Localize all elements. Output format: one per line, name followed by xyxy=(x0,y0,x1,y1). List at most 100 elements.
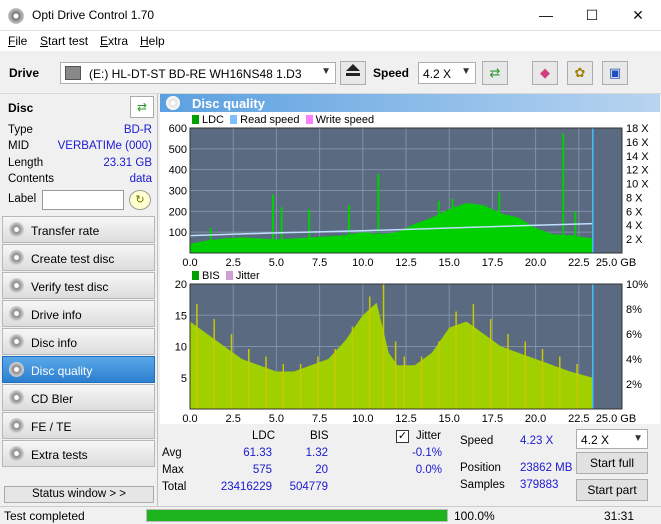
nav-label: CD Bler xyxy=(31,392,74,406)
title-bar: Opti Drive Control 1.70 — ☐ ✕ xyxy=(0,0,661,31)
y-left-tick-label: 15 xyxy=(175,310,187,322)
nav-drive-info[interactable]: Drive info xyxy=(2,300,155,327)
nav-extra-tests[interactable]: Extra tests xyxy=(2,440,155,467)
nav-verify-test-disc[interactable]: Verify test disc xyxy=(2,272,155,299)
max-bis: 20 xyxy=(315,464,328,476)
panel-title: Disc quality xyxy=(192,96,265,111)
drive-select[interactable]: (E:) HL-DT-ST BD-RE WH16NS48 1.D3 ▼ xyxy=(60,62,336,84)
menu-help[interactable]: Help xyxy=(140,34,165,48)
menu-start-test[interactable]: Start test xyxy=(40,34,88,48)
refresh-icon: ⇄ xyxy=(136,100,148,114)
maximize-button[interactable]: ☐ xyxy=(569,0,615,31)
speed-stat-value: 4.23 X xyxy=(520,435,554,447)
sidebar: Disc ⇄ Type BD-R MID VERBATIMe (000) Len… xyxy=(0,94,158,506)
disc-icon xyxy=(9,362,24,377)
start-full-button[interactable]: Start full xyxy=(576,452,648,474)
elapsed-time: 31:31 xyxy=(604,509,635,523)
x-tick-label: 0.0 xyxy=(182,257,197,269)
y-right-tick-label: 16 X xyxy=(626,137,649,149)
total-bis: 504779 xyxy=(289,481,328,493)
x-tick-label: 17.5 xyxy=(482,257,503,269)
status-window-button[interactable]: Status window > > xyxy=(4,486,154,503)
nav-disc-quality[interactable]: Disc quality xyxy=(2,356,155,383)
menu-bar: File Start test Extra Help xyxy=(0,31,661,51)
disc-header-title: Disc xyxy=(8,101,34,115)
x-tick-label: 12.5 xyxy=(395,413,416,424)
nav-label: Drive info xyxy=(31,308,82,322)
y-right-tick-label: 8 X xyxy=(626,192,643,204)
position-label: Position xyxy=(460,462,501,474)
disc-icon xyxy=(9,278,24,293)
nav-transfer-rate[interactable]: Transfer rate xyxy=(2,216,155,243)
disc-label-label: Label xyxy=(8,193,37,205)
position-value: 23862 MB xyxy=(520,462,573,474)
refresh-speed-button[interactable]: ⇄ xyxy=(482,61,508,85)
test-speed-select[interactable]: 4.2 X ▼ xyxy=(576,429,648,449)
speed-select[interactable]: 4.2 X ▼ xyxy=(418,62,476,84)
disc-mid-label: MID xyxy=(8,140,30,152)
panel-header: Disc quality xyxy=(160,94,660,112)
samples-value: 379883 xyxy=(520,479,559,491)
x-tick-label: 7.5 xyxy=(312,413,327,424)
disc-length-label: Length xyxy=(8,157,44,169)
x-tick-label: 10.0 xyxy=(352,413,373,424)
disc-length-value: 23.31 GB xyxy=(103,157,152,169)
disc-type-label: Type xyxy=(8,124,33,136)
x-tick-label: 5.0 xyxy=(269,413,284,424)
eject-button[interactable] xyxy=(340,61,366,85)
drive-icon xyxy=(65,66,81,80)
jitter-max: 0.0% xyxy=(415,464,442,476)
start-part-button[interactable]: Start part xyxy=(576,479,648,501)
avg-bis: 1.32 xyxy=(305,447,328,459)
y-left-tick-label: 500 xyxy=(169,144,187,156)
window-title: Opti Drive Control 1.70 xyxy=(32,8,155,22)
progress-percent: 100.0% xyxy=(454,509,495,523)
disc-label-input[interactable] xyxy=(42,190,124,210)
y-left-tick-label: 5 xyxy=(181,373,187,385)
disc-contents-value: data xyxy=(129,173,152,185)
total-ldc: 23416229 xyxy=(220,481,272,493)
disc-icon xyxy=(9,446,24,461)
col-ldc-header: LDC xyxy=(252,430,276,442)
x-tick-label: 2.5 xyxy=(226,413,241,424)
disc-header: Disc ⇄ xyxy=(2,96,155,118)
y-right-tick-label: 6 X xyxy=(626,206,643,218)
x-tick-label: 22.5 xyxy=(568,257,589,269)
nav-cd-bler[interactable]: CD Bler xyxy=(2,384,155,411)
nav-label: Disc info xyxy=(31,336,78,350)
y-right-tick-label: 2 X xyxy=(626,234,643,246)
disc-mid-row: MID VERBATIMe (000) xyxy=(8,140,152,156)
chevron-down-icon: ▼ xyxy=(633,433,643,444)
refresh-icon: ⇄ xyxy=(489,65,501,80)
disc-type-value: BD-R xyxy=(123,124,152,136)
nav-disc-info[interactable]: Disc info xyxy=(2,328,155,355)
jitter-checkbox[interactable]: ✓ xyxy=(396,430,409,443)
menu-file[interactable]: File xyxy=(8,34,27,48)
y-right-tick-label: 8% xyxy=(626,304,642,316)
app-disc-icon xyxy=(8,8,24,24)
x-tick-label: 17.5 xyxy=(482,413,503,424)
erase-button[interactable]: ◆ xyxy=(532,61,558,85)
y-left-tick-label: 100 xyxy=(169,227,187,239)
settings-button[interactable]: ✿ xyxy=(567,61,593,85)
minimize-button[interactable]: — xyxy=(523,0,569,31)
charts-area: LDC Read speed Write speed BIS Jitter 0.… xyxy=(160,112,660,424)
save-button[interactable]: ▣ xyxy=(602,61,628,85)
nav-fe-te[interactable]: FE / TE xyxy=(2,412,155,439)
speed-select-value: 4.2 X xyxy=(423,67,452,81)
disc-icon xyxy=(166,96,180,110)
status-text: Test completed xyxy=(4,509,85,523)
eraser-icon: ◆ xyxy=(540,65,550,80)
disc-icon xyxy=(9,390,24,405)
disc-type-row: Type BD-R xyxy=(8,124,152,140)
drive-select-value: (E:) HL-DT-ST BD-RE WH16NS48 1.D3 xyxy=(89,67,302,81)
y-right-tick-label: 4% xyxy=(626,354,642,366)
jitter-avg: -0.1% xyxy=(411,447,442,459)
y-right-tick-label: 18 X xyxy=(626,123,649,135)
disc-label-apply-button[interactable]: ↻ xyxy=(129,190,151,210)
nav-create-test-disc[interactable]: Create test disc xyxy=(2,244,155,271)
menu-extra[interactable]: Extra xyxy=(100,34,128,48)
close-button[interactable]: ✕ xyxy=(615,0,661,31)
y-left-tick-label: 200 xyxy=(169,206,187,218)
disc-refresh-button[interactable]: ⇄ xyxy=(130,96,154,118)
